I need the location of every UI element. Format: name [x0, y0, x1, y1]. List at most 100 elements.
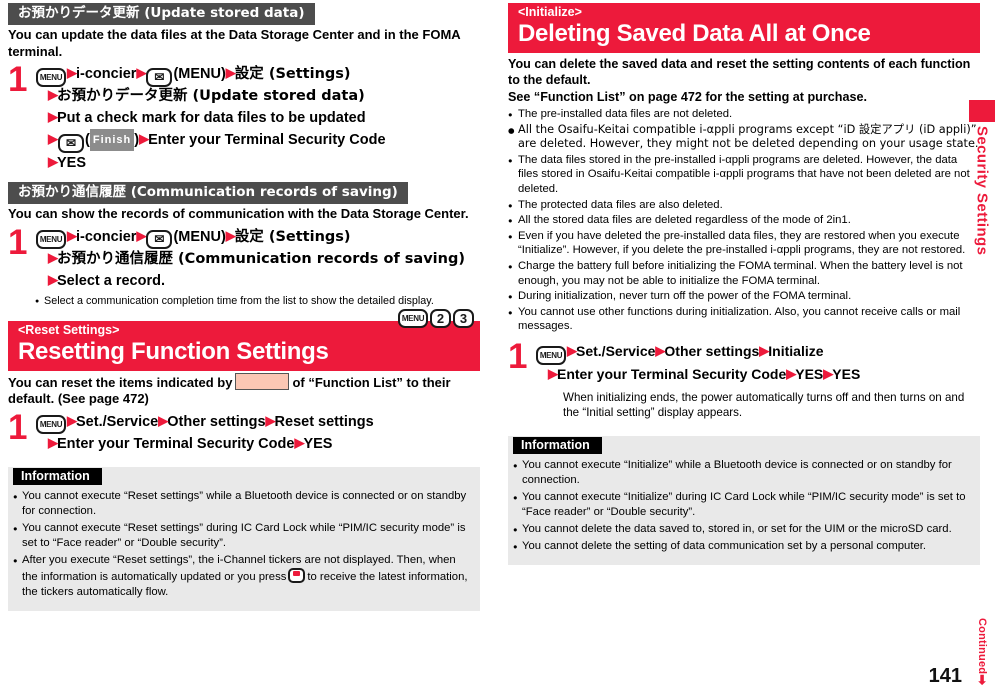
- lead-part-a: You can reset the items indicated by: [8, 374, 233, 390]
- information-title: Information: [13, 467, 102, 485]
- initialize-step-1: 1 MENU ▶Set./Service▶Other settings▶Initi…: [508, 336, 980, 420]
- step-security-code: Enter your Terminal Security Code: [557, 365, 787, 382]
- section2-lead: You can show the records of communicatio…: [8, 206, 469, 221]
- bullet-item: Even if you have deleted the pre-install…: [508, 229, 980, 258]
- arrow-icon: ▶: [48, 249, 58, 265]
- arrow-icon: ▶: [139, 131, 149, 146]
- bullet-item: All the Osaifu-Keitai compatible i-αppli…: [508, 123, 980, 152]
- step-target-i-concier: i-concier: [76, 228, 137, 245]
- arrow-icon: ▶: [67, 227, 77, 243]
- information-item: You cannot execute “Reset settings” duri…: [8, 521, 480, 551]
- arrow-icon: ▶: [136, 227, 146, 243]
- arrow-icon: ▶: [48, 131, 58, 146]
- arrow-icon: ▶: [265, 412, 276, 428]
- arrow-icon: ▶: [48, 271, 58, 287]
- step-settings-label: 設定 (Settings): [234, 228, 351, 245]
- menu-key-icon: MENU: [398, 308, 428, 328]
- arrow-icon: ▶: [48, 154, 58, 169]
- step-number: 1: [508, 336, 528, 376]
- bullet-item: The pre-installed data files are not del…: [508, 107, 980, 122]
- arrow-icon: ▶: [567, 342, 577, 358]
- step-settings-label: 設定 (Settings): [234, 66, 351, 82]
- arrow-icon: ▶: [655, 342, 665, 358]
- initialize-bullet-list: The pre-installed data files are not del…: [508, 107, 980, 334]
- step-yes-2: YES: [832, 365, 861, 382]
- information-box-left: Information You cannot execute “Reset se…: [8, 466, 480, 611]
- arrow-icon: ▶: [67, 412, 77, 428]
- section-title: お預かり通信履歴 (Communication records of savin…: [8, 182, 408, 204]
- section3-lead: You can reset the items indicated by of “…: [8, 372, 480, 408]
- section-title: お預かりデータ更新 (Update stored data): [8, 3, 315, 25]
- step-set-service: Set./Service: [76, 413, 159, 430]
- step-yes: YES: [303, 435, 333, 452]
- bullet-item: You cannot use other functions during in…: [508, 305, 980, 334]
- continued-label: Continued: [976, 617, 988, 674]
- side-tab-marker: [969, 100, 995, 122]
- arrow-icon: ▶: [225, 227, 236, 243]
- menu-key-icon: MENU: [36, 67, 66, 87]
- arrow-icon: ▶: [48, 434, 58, 450]
- information-item: You cannot delete the setting of data co…: [508, 539, 980, 554]
- continued-marker: Continued➡: [975, 618, 990, 685]
- mail-key-icon: ✉: [146, 230, 173, 250]
- step-number: 1: [8, 60, 28, 99]
- arrow-icon: ▶: [294, 434, 304, 450]
- step-line5-yes: YES: [57, 155, 87, 171]
- initialize-lead-1: You can delete the saved data and reset …: [508, 57, 971, 87]
- step-line3: Put a check mark for data files to be up…: [57, 110, 366, 126]
- menu-key-icon: MENU: [36, 230, 66, 250]
- initialize-step-post-note: When initializing ends, the power automa…: [563, 390, 965, 419]
- information-box-right: Information You cannot execute “Initiali…: [508, 435, 980, 565]
- mail-key-icon: ✉: [58, 133, 84, 153]
- right-column: <Initialize> Deleting Saved Data All at …: [508, 0, 980, 565]
- step-security-code: Enter your Terminal Security Code: [57, 435, 295, 452]
- key-3-icon: 3: [453, 308, 474, 328]
- step-line2: お預かりデータ更新 (Update stored data): [57, 88, 365, 104]
- chapter-header-reset-settings: MENU 2 3 <Reset Settings> Resetting Func…: [8, 308, 480, 371]
- step-other-settings: Other settings: [167, 413, 266, 430]
- step-menu-label: (MENU): [173, 66, 226, 82]
- step-line2: お預かり通信履歴 (Communication records of savin…: [57, 250, 465, 267]
- information-item: You cannot delete the data saved to, sto…: [508, 522, 980, 537]
- information-title: Information: [513, 436, 602, 454]
- arrow-icon: ▶: [786, 365, 796, 381]
- chapter-subtitle: <Initialize>: [518, 5, 582, 19]
- step-set-service: Set./Service: [576, 342, 656, 359]
- arrow-icon: ▶: [136, 65, 146, 80]
- section-header-update-stored-data: お預かりデータ更新 (Update stored data): [8, 3, 480, 25]
- section2-note: Select a communication completion time f…: [35, 294, 480, 309]
- arrow-icon: ▶: [48, 87, 58, 102]
- bullet-item: The protected data files are also delete…: [508, 198, 980, 213]
- information-item: You cannot execute “Reset settings” whil…: [8, 489, 480, 519]
- menu-key-icon: MENU: [36, 415, 66, 435]
- side-tab-label: Security Settings: [973, 126, 991, 256]
- mail-key-icon: ✉: [146, 67, 173, 87]
- step-line4: Enter your Terminal Security Code: [148, 132, 386, 148]
- bullet-item: Charge the battery full before initializ…: [508, 259, 980, 288]
- page-number: 141: [928, 665, 962, 687]
- arrow-icon: ▶: [67, 65, 77, 80]
- step-number: 1: [8, 222, 28, 262]
- finish-softkey-icon: Finish: [89, 129, 135, 151]
- arrow-icon: ▶: [759, 342, 769, 358]
- continued-arrow-icon: ➡: [975, 673, 990, 685]
- arrow-icon: ▶: [548, 365, 558, 381]
- step-initialize: Initialize: [768, 342, 824, 359]
- side-tab-security-settings: Security Settings: [960, 100, 1004, 260]
- left-column: お預かりデータ更新 (Update stored data) You can u…: [8, 0, 480, 611]
- section3-step-1: 1 MENU ▶Set./Service▶Other settings▶Reset…: [8, 410, 480, 455]
- step-reset-settings: Reset settings: [274, 413, 374, 430]
- chapter-title: Resetting Function Settings: [18, 337, 329, 365]
- key-2-icon: 2: [430, 308, 451, 328]
- pink-swatch-icon: [235, 372, 290, 390]
- step-target-i-concier: i-concier: [76, 66, 137, 82]
- information-item: You cannot execute “Initialize” while a …: [508, 458, 980, 488]
- bullet-item: During initialization, never turn off th…: [508, 289, 980, 304]
- step-yes-1: YES: [795, 365, 824, 382]
- arrow-icon: ▶: [823, 365, 833, 381]
- bullet-item: All the stored data files are deleted re…: [508, 213, 980, 228]
- arrow-icon: ▶: [225, 65, 236, 80]
- section1-step-1: 1 MENU ▶i-concier▶ ✉ (MENU)▶設定 (Settings) ▶…: [8, 60, 480, 174]
- section-header-communication-records: お預かり通信履歴 (Communication records of savin…: [8, 182, 480, 204]
- section2-step-1: 1 MENU ▶i-concier▶ ✉ (MENU)▶設定 (Settings) ▶…: [8, 222, 480, 309]
